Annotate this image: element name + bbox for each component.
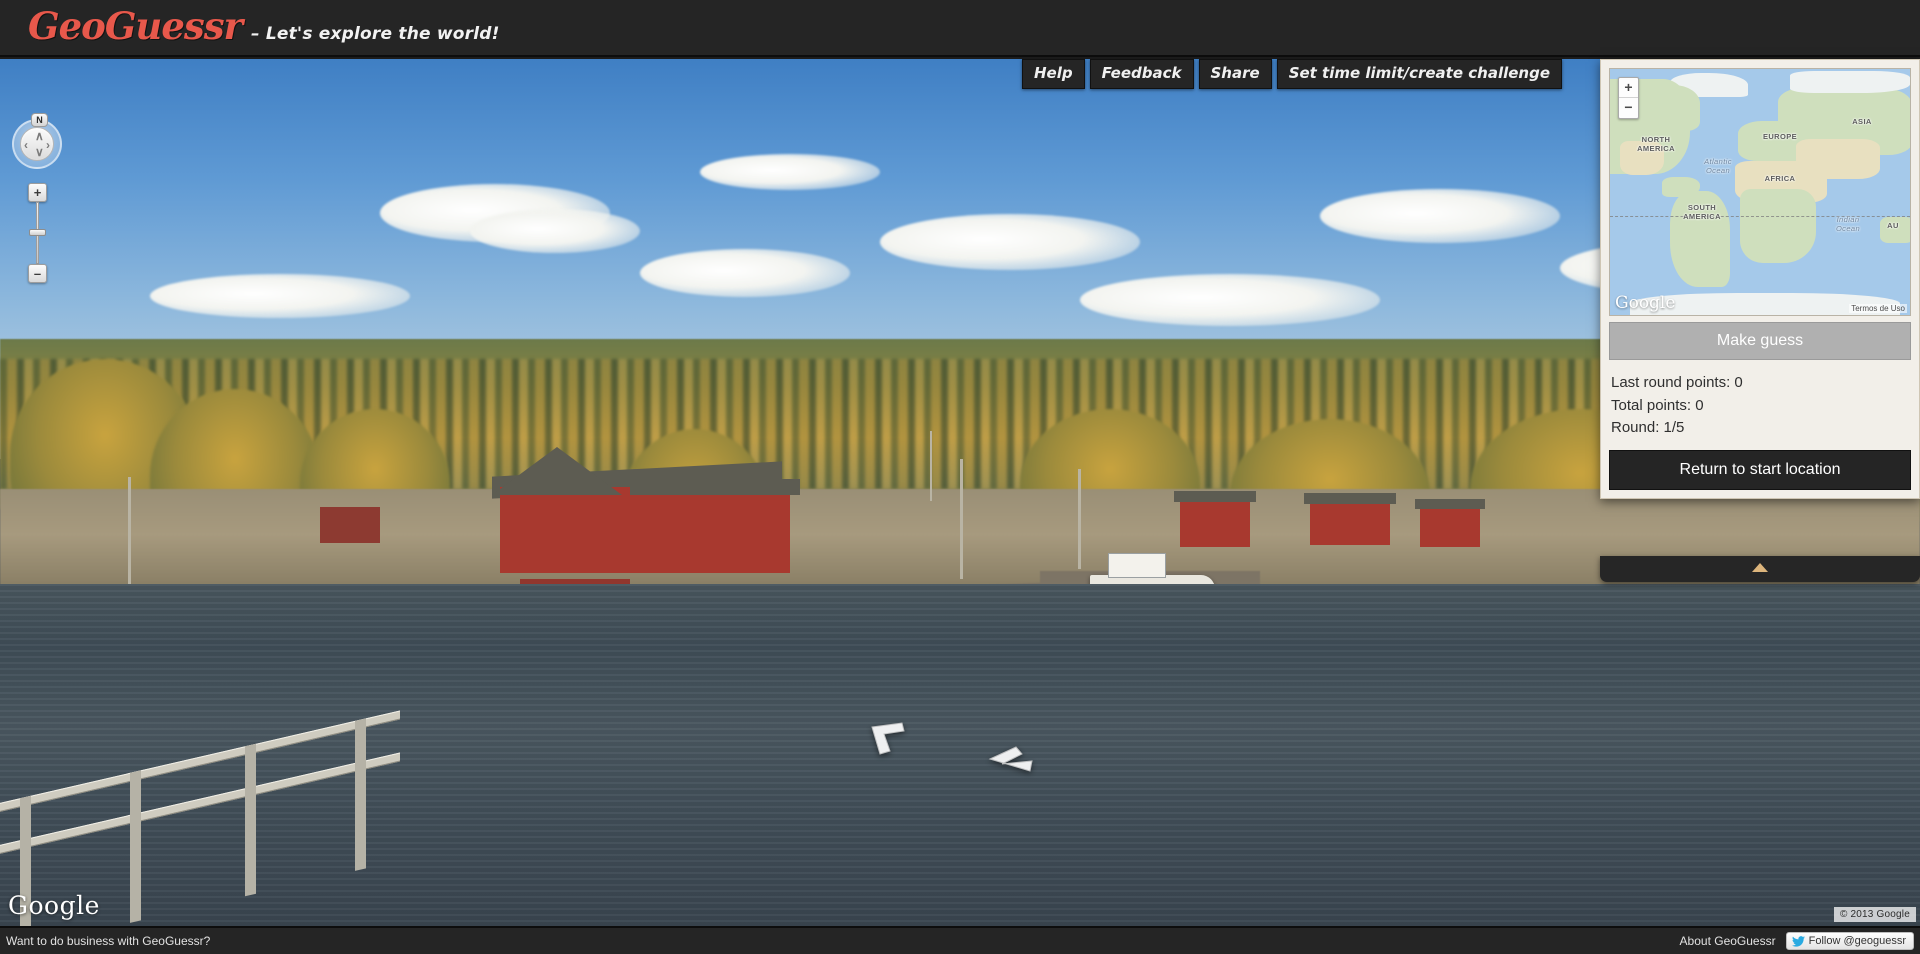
- zoom-thumb[interactable]: [29, 229, 46, 236]
- boat-far-cabin: [1108, 553, 1166, 578]
- about-geoguessr-link[interactable]: About GeoGuessr: [1680, 934, 1776, 948]
- cloud: [1320, 189, 1560, 243]
- house-far: [1310, 501, 1390, 545]
- utility-pole: [1078, 469, 1081, 569]
- twitter-follow-button[interactable]: Follow @geoguessr: [1785, 932, 1914, 950]
- map-label-atlantic-ocean: Atlantic Ocean: [1704, 157, 1732, 175]
- antenna-mast: [930, 431, 932, 501]
- cloud: [700, 154, 880, 190]
- map-zoom-in-button[interactable]: +: [1619, 78, 1638, 98]
- map-zoom-out-button[interactable]: −: [1619, 98, 1638, 118]
- twitter-follow-label: Follow @geoguessr: [1808, 935, 1906, 947]
- pan-zoom-control[interactable]: N ∧ ∨ ‹ › + –: [12, 113, 62, 283]
- guess-map-panel: NORTH AMERICA SOUTH AMERICA EUROPE AFRIC…: [1600, 59, 1920, 499]
- house-far-roof: [1304, 493, 1396, 504]
- google-watermark: Google: [8, 891, 100, 920]
- top-action-buttons: Help Feedback Share Set time limit/creat…: [1021, 59, 1562, 89]
- map-label-asia: ASIA: [1852, 117, 1872, 126]
- compass-ring[interactable]: N ∧ ∨ ‹ ›: [12, 113, 62, 169]
- make-guess-button[interactable]: Make guess: [1609, 322, 1911, 360]
- railing-post: [130, 770, 141, 923]
- last-round-points: Last round points: 0: [1611, 374, 1743, 391]
- house-wing: [640, 489, 790, 573]
- landmass-canada: [1634, 85, 1700, 131]
- house-far-roof: [1415, 499, 1485, 509]
- pan-up-icon[interactable]: ∧: [35, 130, 44, 142]
- return-to-start-button[interactable]: Return to start location: [1609, 449, 1911, 490]
- compass-north-icon: N: [31, 113, 48, 127]
- house-far: [1420, 507, 1480, 547]
- cloud: [880, 214, 1140, 270]
- house-wing-roof: [630, 479, 800, 495]
- brand-name: GeoGuessr: [28, 4, 243, 48]
- streetview-move-arrow-right[interactable]: [988, 741, 1058, 777]
- house-small: [320, 507, 380, 543]
- pan-down-icon[interactable]: ∨: [35, 146, 44, 158]
- compass-pad[interactable]: ∧ ∨ ‹ ›: [20, 127, 54, 161]
- zoom-in-button[interactable]: +: [28, 183, 47, 202]
- business-link[interactable]: Want to do business with GeoGuessr?: [6, 934, 210, 948]
- header-bar: GeoGuessr – Let's explore the world!: [0, 0, 1920, 57]
- cloud: [640, 249, 850, 297]
- pan-left-icon[interactable]: ‹: [24, 139, 28, 151]
- map-label-europe: EUROPE: [1762, 132, 1798, 141]
- cloud: [470, 209, 640, 253]
- round-counter: Round: 1/5: [1611, 419, 1685, 436]
- footer-bar: Want to do business with GeoGuessr? Abou…: [0, 926, 1920, 954]
- map-label-south-america: SOUTH AMERICA: [1683, 203, 1721, 221]
- set-time-limit-button[interactable]: Set time limit/create challenge: [1276, 59, 1562, 89]
- geoguessr-app: GeoGuessr – Let's explore the world! Goo…: [0, 0, 1920, 954]
- map-google-watermark: Google: [1615, 293, 1676, 313]
- map-label-indian-ocean: Indian Ocean: [1835, 215, 1861, 233]
- house-far: [1180, 499, 1250, 547]
- copyright-notice: © 2013 Google: [1833, 907, 1916, 922]
- railing-post: [245, 743, 256, 897]
- streetview-move-arrow-left[interactable]: [868, 721, 928, 757]
- world-map[interactable]: NORTH AMERICA SOUTH AMERICA EUROPE AFRIC…: [1609, 68, 1911, 316]
- zoom-out-button[interactable]: –: [28, 264, 47, 283]
- cloud: [1080, 274, 1380, 326]
- map-label-australia: AU: [1887, 221, 1899, 230]
- map-label-north-america: NORTH AMERICA: [1637, 135, 1675, 153]
- pan-right-icon[interactable]: ›: [46, 139, 50, 151]
- map-zoom-control[interactable]: + −: [1618, 77, 1639, 119]
- house-far-roof: [1174, 491, 1256, 502]
- help-button[interactable]: Help: [1021, 59, 1085, 89]
- landmass-africa: [1740, 189, 1816, 263]
- share-button[interactable]: Share: [1198, 59, 1272, 89]
- map-terms-link[interactable]: Termos de Uso: [1849, 304, 1907, 313]
- twitter-bird-icon: [1791, 935, 1805, 947]
- zoom-slider[interactable]: + –: [12, 183, 62, 283]
- landmass-siberia-ice: [1790, 71, 1910, 93]
- brand-logo[interactable]: GeoGuessr – Let's explore the world!: [28, 4, 500, 48]
- feedback-button[interactable]: Feedback: [1089, 59, 1194, 89]
- panel-collapse-bar[interactable]: [1600, 556, 1920, 582]
- total-points: Total points: 0: [1611, 396, 1704, 414]
- round-stats: Last round points: 0 Total points: 0 Rou…: [1609, 360, 1911, 450]
- brand-tagline: – Let's explore the world!: [251, 24, 500, 44]
- footer-right-group: About GeoGuessr Follow @geoguessr: [1680, 932, 1914, 950]
- chevron-up-icon[interactable]: [1752, 563, 1768, 572]
- map-label-africa: AFRICA: [1764, 174, 1796, 183]
- cloud: [150, 274, 410, 318]
- landmass-middle-east-india: [1796, 139, 1880, 179]
- utility-pole: [960, 459, 963, 579]
- railing-post: [355, 718, 366, 871]
